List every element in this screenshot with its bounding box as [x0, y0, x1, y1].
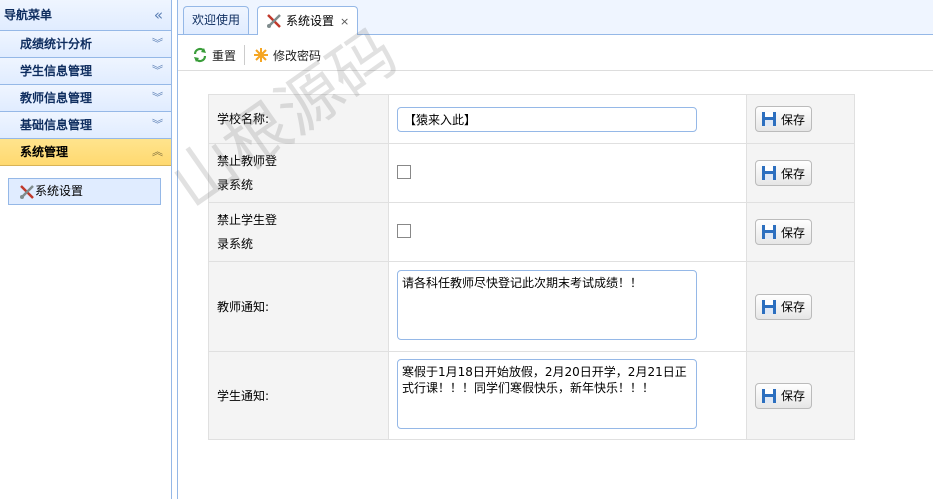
input-cell [388, 94, 747, 144]
field-label: 禁止教师登录系统 [208, 143, 389, 203]
teacher-notice-textarea[interactable]: 请各科任教师尽快登记此次期末考试成绩！！ [397, 270, 697, 340]
menu-group-basic-info[interactable]: 基础信息管理 ︾ [0, 112, 171, 139]
toolbar: 重置 修改密码 [178, 40, 933, 71]
settings-table: 学校名称: 保存 禁止教师登录系统 [208, 94, 855, 440]
input-cell: 寒假于1月18日开始放假，2月20日开学，2月21日正式行课！！！同学们寒假快乐… [388, 351, 747, 440]
refresh-icon [193, 47, 207, 63]
field-label: 学生通知: [208, 351, 389, 440]
change-password-label: 修改密码 [273, 48, 322, 63]
field-label: 学校名称: [208, 94, 389, 144]
disable-teacher-login-checkbox[interactable] [397, 164, 411, 179]
input-cell [388, 202, 747, 262]
tab-label: 欢迎使用 [192, 13, 241, 27]
main-panel: 欢迎使用 系统设置 × 重置 修改密码 学校名称: 【猿来入此】 保存 禁止教师… [177, 0, 933, 499]
save-label: 保存 [781, 389, 806, 403]
chevron-up-icon: ︽ [152, 145, 163, 158]
sidebar: 导航菜单 « 成绩统计分析 ︾ 学生信息管理 ︾ 教师信息管理 ︾ 基础信息管理… [0, 0, 172, 499]
menu-group-label: 成绩统计分析 [20, 37, 93, 51]
menu-group-label: 基础信息管理 [20, 118, 93, 132]
submenu-item-label: 系统设置 [35, 184, 84, 198]
action-cell: 保存 [746, 351, 855, 440]
chevron-down-icon: ︾ [152, 91, 163, 104]
key-icon [254, 48, 269, 62]
save-icon [762, 225, 776, 239]
close-icon[interactable]: × [340, 8, 349, 35]
toolbar-separator [244, 45, 246, 65]
tab-system-settings[interactable]: 系统设置 × [257, 6, 359, 35]
tools-icon [20, 184, 34, 199]
input-cell: 请各科任教师尽快登记此次期末考试成绩！！ [388, 261, 747, 352]
tools-icon [267, 14, 281, 28]
collapse-icon[interactable]: « [154, 0, 163, 30]
reset-button[interactable]: 重置 [192, 47, 236, 64]
action-cell: 保存 [746, 261, 855, 352]
field-label: 禁止学生登录系统 [208, 202, 389, 262]
reset-label: 重置 [212, 48, 237, 63]
save-icon [762, 166, 776, 180]
field-label: 教师通知: [208, 261, 389, 352]
sidebar-header: 导航菜单 « [0, 0, 171, 31]
change-password-button[interactable]: 修改密码 [253, 47, 321, 64]
save-icon [762, 112, 776, 126]
tab-label: 系统设置 [286, 13, 335, 28]
chevron-down-icon: ︾ [152, 118, 163, 131]
save-label: 保存 [781, 225, 806, 240]
chevron-down-icon: ︾ [152, 64, 163, 77]
save-icon [762, 299, 776, 314]
settings-row-disable-student-login: 禁止学生登录系统 保存 [208, 202, 855, 262]
menu-group-system-management[interactable]: 系统管理 ︽ [0, 139, 171, 166]
tab-welcome[interactable]: 欢迎使用 [183, 6, 250, 34]
action-cell: 保存 [746, 202, 855, 262]
menu-group-label: 系统管理 [20, 145, 69, 159]
save-label: 保存 [781, 300, 806, 314]
student-notice-textarea[interactable]: 寒假于1月18日开始放假，2月20日开学，2月21日正式行课！！！同学们寒假快乐… [397, 359, 697, 429]
menu-group-label: 学生信息管理 [20, 64, 93, 78]
school-name-input[interactable] [397, 106, 697, 132]
chevron-down-icon: ︾ [152, 37, 163, 50]
action-cell: 保存 [746, 143, 855, 203]
settings-row-school-name: 学校名称: 保存 [208, 94, 855, 144]
settings-row-teacher-notice: 教师通知: 请各科任教师尽快登记此次期末考试成绩！！ 保存 [208, 261, 855, 352]
save-button[interactable]: 保存 [755, 293, 813, 320]
sidebar-title: 导航菜单 [4, 8, 53, 22]
save-button[interactable]: 保存 [755, 219, 813, 245]
disable-student-login-checkbox[interactable] [397, 223, 411, 238]
input-cell [388, 143, 747, 203]
save-button[interactable]: 保存 [755, 382, 813, 409]
save-label: 保存 [781, 166, 806, 181]
settings-row-student-notice: 学生通知: 寒假于1月18日开始放假，2月20日开学，2月21日正式行课！！！同… [208, 351, 855, 440]
tabs-bar: 欢迎使用 系统设置 × [178, 0, 933, 35]
action-cell: 保存 [746, 94, 855, 144]
save-button[interactable]: 保存 [755, 106, 813, 132]
submenu-area: 系统设置 [0, 166, 171, 205]
save-button[interactable]: 保存 [755, 160, 813, 186]
menu-group-label: 教师信息管理 [20, 91, 93, 105]
menu-group-teacher-info[interactable]: 教师信息管理 ︾ [0, 85, 171, 112]
submenu-item-system-settings[interactable]: 系统设置 [8, 178, 161, 205]
menu-group-student-info[interactable]: 学生信息管理 ︾ [0, 58, 171, 85]
menu-group-score-analysis[interactable]: 成绩统计分析 ︾ [0, 31, 171, 58]
save-icon [762, 388, 776, 403]
settings-row-disable-teacher-login: 禁止教师登录系统 保存 [208, 143, 855, 203]
save-label: 保存 [781, 112, 806, 127]
